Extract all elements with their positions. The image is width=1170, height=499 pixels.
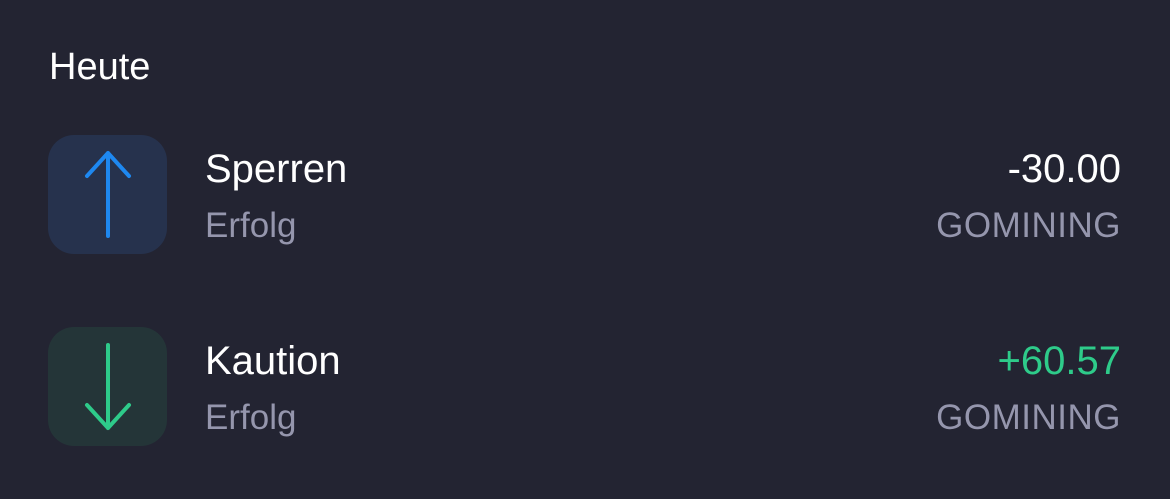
transaction-title: Sperren <box>205 147 348 191</box>
transaction-icon-tile <box>48 135 167 254</box>
transaction-amount: -30.00 <box>1007 147 1121 191</box>
arrow-down-icon <box>84 342 131 430</box>
transaction-asset: GOMINING <box>936 398 1121 437</box>
transaction-status: Erfolg <box>205 206 297 245</box>
transaction-asset: GOMINING <box>936 206 1121 245</box>
transaction-icon-tile <box>48 327 167 446</box>
transaction-row[interactable]: Kaution Erfolg +60.57 GOMINING <box>0 327 1170 447</box>
transaction-title: Kaution <box>205 339 341 383</box>
arrow-up-icon <box>84 150 131 238</box>
transaction-row[interactable]: Sperren Erfolg -30.00 GOMINING <box>0 135 1170 255</box>
transaction-status: Erfolg <box>205 398 297 437</box>
section-title: Heute <box>49 46 151 88</box>
transaction-amount: +60.57 <box>997 339 1121 383</box>
